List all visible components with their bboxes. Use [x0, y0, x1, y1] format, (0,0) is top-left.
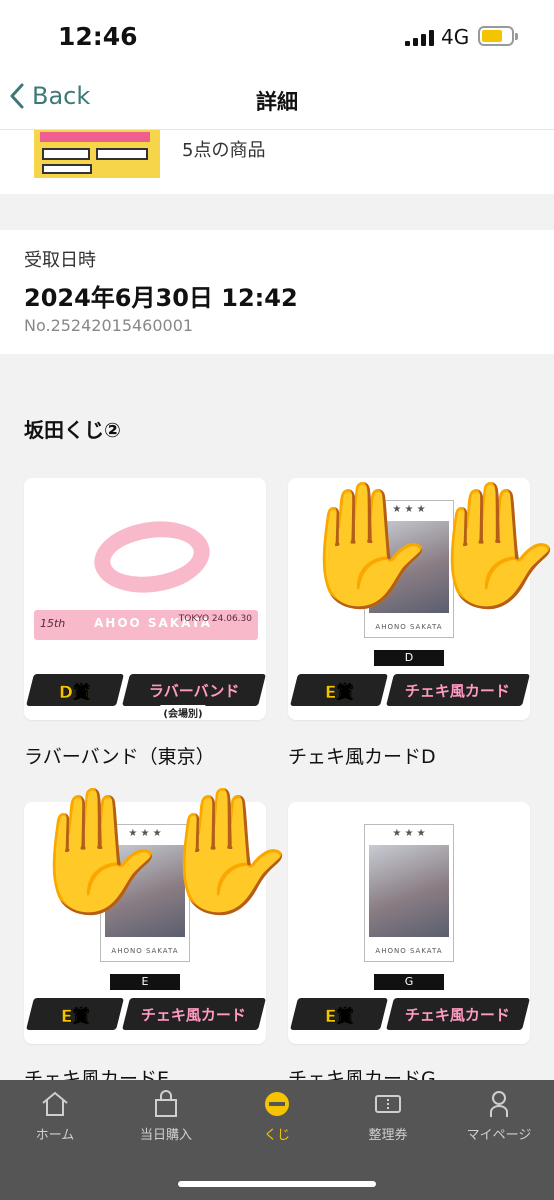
tab-label: マイページ — [466, 1128, 532, 1143]
card-name: チェキ風カードD — [288, 746, 436, 768]
home-indicator[interactable] — [178, 1181, 376, 1187]
prize-card-cheki-g[interactable]: ★ ★ ★ AHONO SAKATA G E賞 チェキ風カード — [288, 802, 530, 1044]
battery-icon — [478, 26, 518, 46]
prize-name: ラバーバンド (会場別) — [122, 674, 266, 720]
signal-icon — [405, 30, 434, 46]
prize-name: チェキ風カード — [386, 998, 530, 1030]
product-thumbnail — [34, 130, 160, 178]
receipt-label: 受取日時 — [24, 250, 96, 271]
prize-name: チェキ風カード — [386, 674, 530, 706]
card-letter: G — [374, 974, 444, 990]
ticket-icon — [375, 1095, 401, 1113]
item-count: 5点の商品 — [182, 140, 266, 161]
receipt-datetime: 2024年6月30日 12:42 — [24, 284, 298, 312]
wristband-image — [89, 514, 215, 600]
status-bar: 12:46 4G — [0, 0, 554, 78]
card-letter: E — [110, 974, 180, 990]
prize-badge: E賞 — [290, 998, 388, 1030]
page-title: 詳細 — [256, 90, 298, 114]
raised-hand-emoji: ✋ — [418, 474, 554, 616]
raised-hand-emoji: ✋ — [150, 780, 302, 922]
person-icon — [490, 1091, 508, 1117]
items-summary[interactable]: 5点の商品 — [0, 130, 554, 194]
prize-label-bar: E賞 チェキ風カード — [290, 674, 530, 706]
wristband-strip: 15th AHOO SAKATA TOKYO 24.06.30 — [34, 610, 258, 640]
tab-label: ホーム — [35, 1128, 75, 1143]
band-text-right: TOKYO 24.06.30 — [178, 614, 252, 624]
network-type: 4G — [441, 25, 470, 49]
prize-badge: E賞 — [290, 674, 388, 706]
home-icon — [42, 1091, 68, 1116]
tab-purchase[interactable]: 当日購入 — [111, 1090, 221, 1143]
navigation-bar: Back 詳細 — [0, 78, 554, 130]
tab-label: くじ — [263, 1128, 290, 1143]
shopping-bag-icon — [155, 1090, 177, 1117]
band-text-left: 15th — [40, 617, 66, 630]
prize-card-rubber-band[interactable]: 15th AHOO SAKATA TOKYO 24.06.30 D賞 ラバーバン… — [24, 478, 266, 720]
prize-name: チェキ風カード — [122, 998, 266, 1030]
prize-label-bar: D賞 ラバーバンド (会場別) — [26, 674, 266, 720]
card-name: ラバーバンド（東京） — [24, 746, 215, 768]
prize-label-bar: E賞 チェキ風カード — [26, 998, 266, 1030]
prize-label-bar: E賞 チェキ風カード — [290, 998, 530, 1030]
cheki-photo: ★ ★ ★ AHONO SAKATA — [364, 824, 454, 962]
tab-ticket[interactable]: 整理券 — [333, 1090, 443, 1143]
tab-kuji[interactable]: くじ — [222, 1090, 332, 1143]
tab-label: 整理券 — [368, 1128, 408, 1143]
kuji-icon — [265, 1092, 289, 1116]
tab-mypage[interactable]: マイページ — [444, 1090, 554, 1143]
kuji-title: 坂田くじ② — [24, 418, 121, 442]
prize-badge: E賞 — [26, 998, 124, 1030]
receipt-number: No.25242015460001 — [24, 316, 194, 335]
status-time: 12:46 — [58, 22, 138, 51]
prize-sub: (会場別) — [160, 705, 206, 720]
receipt-section: 受取日時 2024年6月30日 12:42 No.25242015460001 — [0, 230, 554, 354]
prize-badge: D賞 — [26, 674, 124, 706]
tab-label: 当日購入 — [139, 1128, 192, 1143]
tab-home[interactable]: ホーム — [0, 1090, 110, 1143]
card-letter: D — [374, 650, 444, 666]
